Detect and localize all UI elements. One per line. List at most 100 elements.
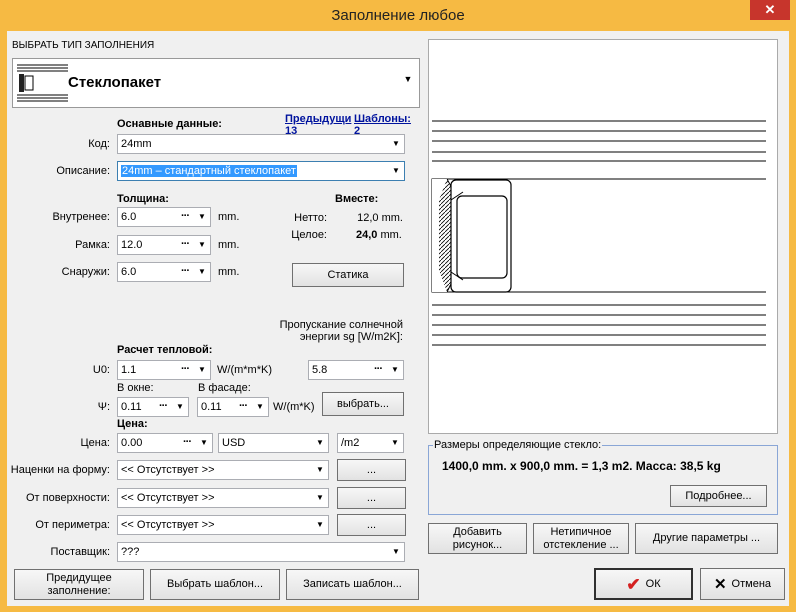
other-params-button[interactable]: Другие параметры ... [635,523,778,554]
price-label: Цена: [80,437,110,449]
dimensions-text: 1400,0 mm. x 900,0 mm. = 1,3 m2. Масса: … [442,459,721,473]
markup-surface-select[interactable]: << Отсутствует >> ▼ [117,488,329,508]
close-button[interactable]: ✕ [750,0,790,20]
net-value: 12,0 mm. [357,212,403,224]
outer-label: Снаружи: [61,266,110,278]
cross-icon: ✕ [713,575,727,593]
price-value: 0.00 [121,437,143,449]
dimensions-group-label: Размеры определяющие стекло: [433,439,603,451]
chevron-down-icon: ▼ [391,438,399,447]
solar-label: Пропускание солнечной энергии sg [W/m2K]… [279,319,403,343]
thickness-heading: Толщина: [117,193,169,205]
markup-perimeter-select[interactable]: << Отсутствует >> ▼ [117,515,329,535]
ok-button[interactable]: ✔ ОК [594,568,693,600]
more-icon: ··· [181,265,190,277]
chevron-down-icon: ▼ [392,166,400,175]
outer-thickness-select[interactable]: 6.0 ··· ▼ [117,262,211,282]
chevron-down-icon: ▼ [391,365,399,374]
chevron-down-icon: ▼ [256,402,264,411]
currency-value: USD [222,437,246,449]
markup-perimeter-label: От периметра: [35,519,110,531]
chevron-down-icon: ▼ [198,365,206,374]
in-window-label: В окне: [117,382,154,394]
psi-label: Ψ: [97,401,110,413]
statics-button[interactable]: Статика [292,263,404,287]
add-picture-button[interactable]: Добавить рисунок... [428,523,527,554]
cancel-button[interactable]: ✕ Отмена [700,568,785,600]
atypical-glazing-button[interactable]: Нетипичное отстекление ... [533,523,629,554]
price-unit-select[interactable]: /m2 ▼ [337,433,404,453]
filling-type-select[interactable]: Стеклопакет ▼ [12,58,420,108]
description-select[interactable]: 24mm – стандартный стеклопакет ▼ [117,161,405,181]
glazing-section-drawing [431,120,766,346]
chevron-down-icon: ▼ [198,240,206,249]
inner-label: Внутренее: [52,211,110,223]
thermal-heading: Расчет тепловой: [117,344,213,356]
frame-thickness-value: 12.0 [121,239,143,251]
psi-window-select[interactable]: 0.11 ··· ▼ [117,397,189,417]
code-select[interactable]: 24mm ▼ [117,134,405,154]
chevron-down-icon: ▼ [316,465,324,474]
markup-form-value: << Отсутствует >> [121,464,215,476]
price-heading: Цена: [117,418,148,430]
glazing-preview [428,39,778,434]
in-facade-label: В фасаде: [198,382,251,394]
markup-surface-value: << Отсутствует >> [121,492,215,504]
more-icon: ··· [181,363,190,375]
markup-surface-button[interactable]: ... [337,487,406,509]
total-unit: mm. [380,229,402,241]
supplier-select[interactable]: ??? ▼ [117,542,405,562]
filling-type-label: ВЫБРАТЬ ТИП ЗАПОЛНЕНИЯ [12,40,155,51]
chevron-down-icon[interactable]: ▼ [401,74,415,90]
markup-form-select[interactable]: << Отсутствует >> ▼ [117,460,329,480]
markup-perimeter-button[interactable]: ... [337,514,406,536]
filling-type-value: Стеклопакет [68,74,162,91]
inner-thickness-select[interactable]: 6.0 ··· ▼ [117,207,211,227]
markup-form-button[interactable]: ... [337,459,406,481]
choose-button[interactable]: выбрать... [322,392,404,416]
more-icon: ··· [181,210,190,222]
ok-label: ОК [645,577,661,590]
outer-unit: mm. [218,266,240,278]
more-icon: ··· [159,400,168,412]
u0-value: 1.1 [121,364,137,376]
frame-label: Рамка: [75,239,110,251]
together-heading: Вместе: [335,193,379,205]
glazing-unit-icon [17,62,68,104]
code-label: Код: [88,138,110,150]
description-label: Описание: [56,165,110,177]
details-button[interactable]: Подробнее... [670,485,767,507]
basic-heading: Оснавные данные: [117,118,222,130]
more-icon: ··· [374,363,383,375]
cancel-label: Отмена [731,577,772,590]
frame-thickness-select[interactable]: 12.0 ··· ▼ [117,235,211,255]
outer-thickness-value: 6.0 [121,266,137,278]
frame-unit: mm. [218,239,240,251]
more-icon: ··· [181,238,190,250]
u0-unit: W/(m*m*K) [217,364,272,376]
psi-facade-value: 0.11 [201,401,222,413]
solar-value: 5.8 [312,364,328,376]
chevron-down-icon: ▼ [316,438,324,447]
chevron-down-icon: ▼ [316,493,324,502]
u0-label: U0: [92,364,110,376]
choose-template-button[interactable]: Выбрать шаблон... [150,569,280,600]
window-title: Заполнение любое [331,7,465,24]
total-value: 24,0 [356,229,378,241]
dialog-body: ВЫБРАТЬ ТИП ЗАПОЛНЕНИЯ Стеклопакет ▼ Осн… [7,31,789,606]
supplier-label: Поставщик: [50,546,110,558]
markup-form-label: Наценки на форму: [10,464,110,476]
price-select[interactable]: 0.00 ··· ▼ [117,433,213,453]
currency-select[interactable]: USD ▼ [218,433,329,453]
dimensions-group: Размеры определяющие стекло: 1400,0 mm. … [428,439,778,515]
save-template-button[interactable]: Записать шаблон... [286,569,419,600]
chevron-down-icon: ▼ [316,520,324,529]
more-icon: ··· [183,436,192,448]
more-icon: ··· [239,400,248,412]
psi-facade-select[interactable]: 0.11 ··· ▼ [197,397,269,417]
solar-select[interactable]: 5.8 ··· ▼ [308,360,404,380]
checkmark-icon: ✔ [626,574,641,594]
previous-filling-button[interactable]: Предидущее заполнение: [14,569,144,600]
net-label: Нетто: [294,212,327,224]
u0-select[interactable]: 1.1 ··· ▼ [117,360,211,380]
